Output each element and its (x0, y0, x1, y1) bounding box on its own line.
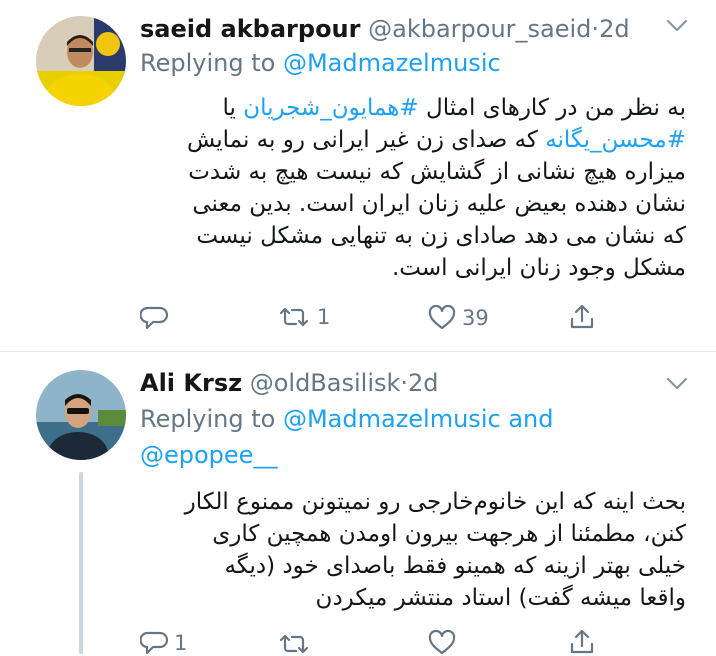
text-line: مشکل وجود زنان ایرانی است. (391, 255, 686, 281)
replying-to-label: Replying to (140, 49, 276, 77)
like-button[interactable]: 39 (428, 305, 489, 331)
heart-icon (428, 305, 456, 330)
replying-to: Replying to @Madmazelmusic and (140, 404, 553, 434)
handle[interactable]: @oldBasilisk (250, 369, 401, 397)
text-line: واقعا میشه گفت) استاد منتشر میکردن (315, 585, 686, 611)
avatar[interactable] (36, 16, 126, 106)
text-segment: به نظر من در کارهای امثال (418, 95, 686, 121)
retweet-icon (279, 634, 309, 654)
retweet-button[interactable] (277, 632, 317, 656)
reply-icon (140, 631, 168, 655)
share-button[interactable] (568, 303, 596, 331)
tweet-1[interactable]: saeid akbarpour @akbarpour_saeid·2d Repl… (0, 0, 716, 352)
reply-button[interactable]: 1 (140, 630, 187, 656)
text-segment: که صدای زن غیر ایرانی رو به نمایش (186, 127, 546, 153)
text-line: بحث اینه که این خانوم‌خارجی رو نمیتونن م… (184, 489, 686, 515)
text-line: #محسن_یگانه که صدای زن غیر ایرانی رو به … (126, 124, 686, 156)
share-button[interactable] (568, 628, 596, 656)
retweet-count: 1 (317, 305, 331, 329)
like-count: 39 (462, 306, 489, 330)
separator: · (400, 369, 409, 397)
retweet-button[interactable]: 1 (277, 305, 330, 329)
retweet-icon (279, 307, 309, 327)
chevron-down-icon[interactable] (665, 376, 689, 392)
mention-link[interactable]: @Madmazelmusic (283, 405, 501, 433)
tweet-text: به نظر من در کارهای امثال #همایون_شجریان… (126, 92, 686, 284)
text-line: میزاره هیچ نشانی از گشایش که نیست هیچ به… (188, 159, 686, 185)
tweet-header: saeid akbarpour @akbarpour_saeid·2d (140, 14, 630, 44)
share-icon (570, 304, 594, 329)
reply-icon (140, 306, 168, 330)
mention-joiner: and (508, 405, 554, 433)
thread-line (79, 472, 83, 654)
text-line: به نظر من در کارهای امثال #همایون_شجریان… (126, 92, 686, 124)
timestamp[interactable]: 2d (408, 369, 439, 397)
text-segment: یا (222, 95, 244, 121)
timestamp[interactable]: 2d (599, 15, 630, 43)
reply-button[interactable] (140, 305, 174, 331)
chevron-down-icon[interactable] (665, 18, 689, 34)
handle[interactable]: @akbarpour_saeid (368, 15, 591, 43)
hashtag-link[interactable]: #محسن_یگانه (545, 127, 686, 153)
like-button[interactable] (428, 630, 462, 656)
tweet-header: Ali Krsz @oldBasilisk·2d (140, 368, 439, 398)
text-line: که نشان می دهد صادای زن به تنهایی مشکل ن… (196, 223, 686, 249)
mention-link[interactable]: @epopee__ (140, 441, 277, 469)
text-line: کنن، مطمئنا از هرجهت بیرون اومدن همچین ک… (212, 521, 686, 547)
display-name[interactable]: saeid akbarpour (140, 15, 360, 43)
separator: · (591, 15, 600, 43)
heart-icon (428, 630, 456, 655)
reply-count: 1 (174, 631, 188, 655)
text-line: نشان دهنده بعیض علیه زنان ایران است. بدی… (192, 191, 686, 217)
text-line: خیلی بهتر ازینه که همینو فقط باصدای خود … (224, 553, 686, 579)
tweet-2[interactable]: Ali Krsz @oldBasilisk·2d Replying to @Ma… (0, 352, 716, 656)
mention-link[interactable]: @Madmazelmusic (283, 49, 501, 77)
tweet-text: بحث اینه که این خانوم‌خارجی رو نمیتونن م… (126, 486, 686, 614)
avatar[interactable] (36, 370, 126, 460)
display-name[interactable]: Ali Krsz (140, 369, 242, 397)
hashtag-link[interactable]: #همایون_شجریان (243, 95, 419, 121)
share-icon (570, 629, 594, 654)
replying-to: Replying to @Madmazelmusic (140, 48, 501, 78)
replying-to-cont: @epopee__ (140, 440, 277, 470)
replying-to-label: Replying to (140, 405, 276, 433)
